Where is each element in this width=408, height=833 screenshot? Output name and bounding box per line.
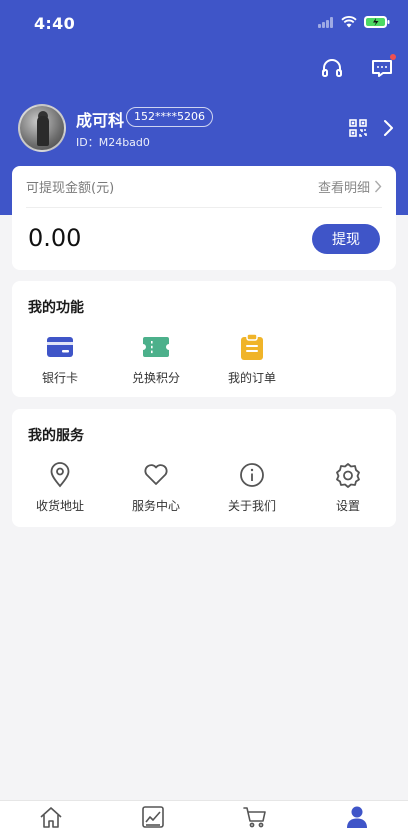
functions-title: 我的功能 bbox=[28, 300, 84, 316]
services-card: 我的服务 收货地址 服务中心 关于我们 设置 bbox=[12, 409, 396, 527]
headset-icon[interactable] bbox=[320, 56, 344, 80]
view-details-label: 查看明细 bbox=[317, 181, 370, 196]
cart-icon bbox=[243, 807, 266, 828]
phone-badge: 152****5206 bbox=[126, 107, 213, 127]
wifi-icon bbox=[341, 16, 357, 28]
bottom-tab-bar bbox=[0, 800, 408, 833]
location-pin-icon bbox=[50, 462, 70, 488]
service-settings[interactable]: 设置 bbox=[300, 461, 396, 514]
service-about-us[interactable]: 关于我们 bbox=[204, 461, 300, 514]
function-label: 兑换积分 bbox=[131, 371, 180, 385]
service-label: 服务中心 bbox=[131, 499, 180, 513]
function-bank-card[interactable]: 银行卡 bbox=[12, 333, 108, 386]
withdraw-button[interactable]: 提现 bbox=[312, 224, 380, 254]
home-icon bbox=[40, 807, 62, 828]
status-icons bbox=[318, 16, 390, 28]
service-label: 关于我们 bbox=[227, 499, 276, 513]
service-help-center[interactable]: 服务中心 bbox=[108, 461, 204, 514]
service-shipping-address[interactable]: 收货地址 bbox=[12, 461, 108, 514]
tab-home[interactable] bbox=[0, 801, 102, 833]
status-time: 4:40 bbox=[34, 14, 75, 33]
status-bar: 4:40 bbox=[0, 0, 408, 48]
profile-actions bbox=[348, 118, 394, 138]
wallet-header: 可提现金额(元) 查看明细 bbox=[26, 166, 382, 208]
tab-market[interactable] bbox=[102, 801, 204, 833]
header-actions bbox=[320, 54, 396, 80]
signal-icon bbox=[318, 16, 333, 28]
chevron-right-icon[interactable] bbox=[382, 119, 394, 137]
info-icon bbox=[240, 463, 264, 487]
ticket-icon bbox=[143, 337, 169, 357]
tab-cart[interactable] bbox=[204, 801, 306, 833]
wallet-amount: 0.00 bbox=[28, 224, 82, 252]
tab-profile[interactable] bbox=[306, 801, 408, 833]
view-details-link[interactable]: 查看明细 bbox=[318, 177, 382, 196]
user-id: ID：M24bad0 bbox=[76, 136, 150, 149]
user-icon bbox=[347, 806, 367, 828]
heart-icon bbox=[144, 464, 168, 485]
services-title: 我的服务 bbox=[28, 428, 84, 444]
function-label: 我的订单 bbox=[227, 371, 276, 385]
functions-card: 我的功能 银行卡 兑换积分 我的订单 bbox=[12, 281, 396, 397]
bank-card-icon bbox=[47, 337, 73, 357]
message-icon[interactable] bbox=[370, 54, 396, 80]
user-name: 成可科 bbox=[76, 111, 125, 130]
battery-icon bbox=[364, 16, 390, 28]
function-label: 银行卡 bbox=[41, 371, 78, 385]
qr-code-icon[interactable] bbox=[348, 118, 368, 138]
service-label: 设置 bbox=[335, 499, 360, 513]
wallet-label: 可提现金额(元) bbox=[26, 181, 115, 196]
chevron-right-icon bbox=[374, 180, 382, 193]
service-label: 收货地址 bbox=[35, 499, 84, 513]
function-redeem-points[interactable]: 兑换积分 bbox=[108, 333, 204, 386]
chart-icon bbox=[142, 806, 164, 828]
function-my-orders[interactable]: 我的订单 bbox=[204, 333, 300, 386]
gear-icon bbox=[336, 463, 360, 488]
profile-header[interactable]: 成可科 152****5206 ID：M24bad0 bbox=[18, 104, 394, 152]
avatar[interactable] bbox=[18, 104, 66, 152]
clipboard-icon bbox=[241, 334, 263, 360]
wallet-card: 可提现金额(元) 查看明细 0.00 提现 bbox=[12, 166, 396, 270]
unread-badge bbox=[390, 54, 396, 60]
